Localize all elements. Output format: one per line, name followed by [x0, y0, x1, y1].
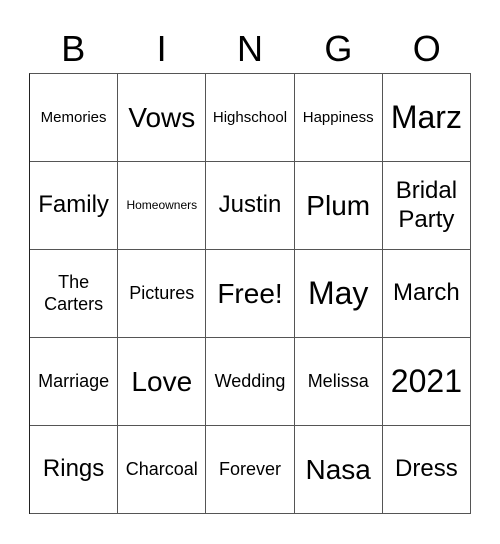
bingo-cell-text: March [393, 279, 460, 307]
bingo-grid: Memories Vows Highschool Happiness Marz Famil… [29, 73, 471, 514]
bingo-cell[interactable]: Memories [30, 74, 119, 162]
bingo-cell-text: Bridal Party [395, 176, 458, 233]
bingo-cell[interactable]: Wedding [206, 338, 295, 426]
bingo-cell[interactable]: Dress [382, 426, 471, 514]
bingo-cell-text: Wedding [214, 370, 286, 391]
bingo-cell-text: 2021 [390, 363, 462, 400]
bingo-cell[interactable]: Charcoal [118, 426, 207, 514]
header-letter-i: I [156, 28, 167, 69]
bingo-cell-text: Love [131, 365, 193, 397]
bingo-cell[interactable]: Justin [206, 162, 295, 250]
bingo-cell[interactable]: Nasa [294, 426, 383, 514]
bingo-cell[interactable]: 2021 [382, 338, 471, 426]
bingo-cell-text: Charcoal [125, 458, 198, 479]
bingo-cell[interactable]: Love [118, 338, 207, 426]
bingo-cell-text: Memories [40, 108, 107, 126]
bingo-cell[interactable]: Melissa [294, 338, 383, 426]
bingo-cell[interactable]: Marriage [30, 338, 119, 426]
bingo-cell-text: Nasa [305, 453, 371, 485]
bingo-cell[interactable]: Homeowners [118, 162, 207, 250]
bingo-cell-text: Free! [217, 277, 283, 309]
bingo-cell-text: Dress [395, 455, 458, 483]
bingo-cell-text: Family [38, 191, 109, 219]
bingo-cell-text: Justin [218, 191, 282, 219]
bingo-cell-text: Forever [218, 458, 281, 479]
bingo-cell[interactable]: The Carters [30, 250, 119, 338]
bingo-cell[interactable]: Happiness [294, 74, 383, 162]
bingo-cell-text: Vows [128, 101, 196, 133]
header-letter-g: G [324, 28, 353, 69]
header-letter-b: B [61, 28, 86, 69]
bingo-cell-text: Plum [306, 189, 371, 221]
bingo-cell-text: Rings [42, 455, 105, 483]
bingo-cell-text: May [307, 275, 369, 312]
bingo-cell-text: Melissa [307, 370, 369, 391]
bingo-cell[interactable]: Plum [294, 162, 383, 250]
header-letter-o: O [412, 28, 441, 69]
bingo-cell-text: Highschool [212, 108, 288, 126]
bingo-cell-text: Marz [390, 99, 462, 136]
bingo-cell-text: Pictures [129, 282, 195, 303]
bingo-cell-text: Happiness [302, 108, 374, 126]
bingo-cell[interactable]: Pictures [118, 250, 207, 338]
bingo-cell[interactable]: May [294, 250, 383, 338]
bingo-cell[interactable]: Forever [206, 426, 295, 514]
bingo-cell[interactable]: March [382, 250, 471, 338]
bingo-cell-text: Marriage [38, 370, 110, 391]
bingo-cell[interactable]: Family [30, 162, 119, 250]
bingo-cell[interactable]: Vows [118, 74, 207, 162]
bingo-cell[interactable]: Rings [30, 426, 119, 514]
bingo-cell-text: The Carters [44, 271, 104, 314]
free-space-cell[interactable]: Free! [206, 250, 295, 338]
header-letter-n: N [236, 28, 263, 69]
bingo-cell-text: Homeowners [126, 198, 198, 213]
bingo-cell[interactable]: Marz [382, 74, 471, 162]
bingo-header: B I N G O [29, 26, 471, 72]
bingo-cell[interactable]: Highschool [206, 74, 295, 162]
bingo-cell[interactable]: Bridal Party [382, 162, 471, 250]
